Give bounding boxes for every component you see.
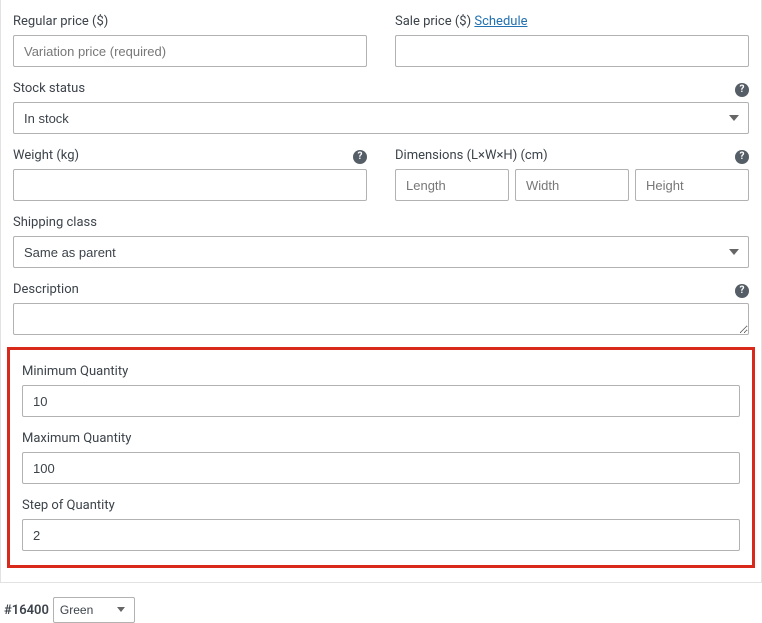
max-quantity-label: Maximum Quantity [22, 431, 740, 446]
min-quantity-label: Minimum Quantity [22, 364, 740, 379]
schedule-link[interactable]: Schedule [474, 14, 527, 29]
variation-attribute-select[interactable]: Green [53, 597, 135, 623]
step-quantity-field: Step of Quantity [20, 484, 742, 551]
help-icon[interactable]: ? [735, 150, 749, 164]
description-label: Description [13, 282, 749, 297]
min-quantity-input[interactable] [22, 385, 740, 417]
weight-field: Weight (kg) ? [13, 134, 367, 201]
help-icon[interactable]: ? [735, 284, 749, 298]
dimension-length-input[interactable] [395, 169, 509, 201]
dimension-height-input[interactable] [635, 169, 749, 201]
description-textarea[interactable] [13, 303, 749, 335]
help-icon[interactable]: ? [735, 83, 749, 97]
dimension-width-input[interactable] [515, 169, 629, 201]
variation-form-panel: Regular price ($) Sale price ($) Schedul… [0, 0, 762, 583]
stock-status-label: Stock status [13, 81, 749, 96]
help-icon[interactable]: ? [353, 150, 367, 164]
variation-id: 16400 [12, 603, 49, 618]
max-quantity-input[interactable] [22, 452, 740, 484]
stock-status-select[interactable]: In stock [13, 102, 749, 134]
regular-price-label: Regular price ($) [13, 14, 367, 29]
min-quantity-field: Minimum Quantity [20, 350, 742, 417]
quantity-settings-highlight: Minimum Quantity Maximum Quantity Step o… [7, 347, 755, 568]
shipping-class-select[interactable]: Same as parent [13, 236, 749, 268]
variation-id-prefix: # [4, 603, 12, 618]
shipping-class-field: Shipping class Same as parent [13, 201, 749, 268]
sale-price-field: Sale price ($) Schedule [395, 0, 749, 67]
weight-label: Weight (kg) [13, 148, 367, 163]
sale-price-label: Sale price ($) Schedule [395, 14, 749, 29]
description-field: Description ? [13, 268, 749, 339]
step-quantity-label: Step of Quantity [22, 498, 740, 513]
shipping-class-label: Shipping class [13, 215, 749, 230]
sale-price-input[interactable] [395, 35, 749, 67]
dimensions-field: Dimensions (L×W×H) (cm) ? [395, 134, 749, 201]
step-quantity-input[interactable] [22, 519, 740, 551]
dimensions-label: Dimensions (L×W×H) (cm) [395, 148, 749, 163]
max-quantity-field: Maximum Quantity [20, 417, 742, 484]
regular-price-input[interactable] [13, 35, 367, 67]
stock-status-field: Stock status ? In stock [13, 67, 749, 134]
weight-input[interactable] [13, 169, 367, 201]
regular-price-field: Regular price ($) [13, 0, 367, 67]
variation-bar: #16400 Green [0, 597, 762, 623]
